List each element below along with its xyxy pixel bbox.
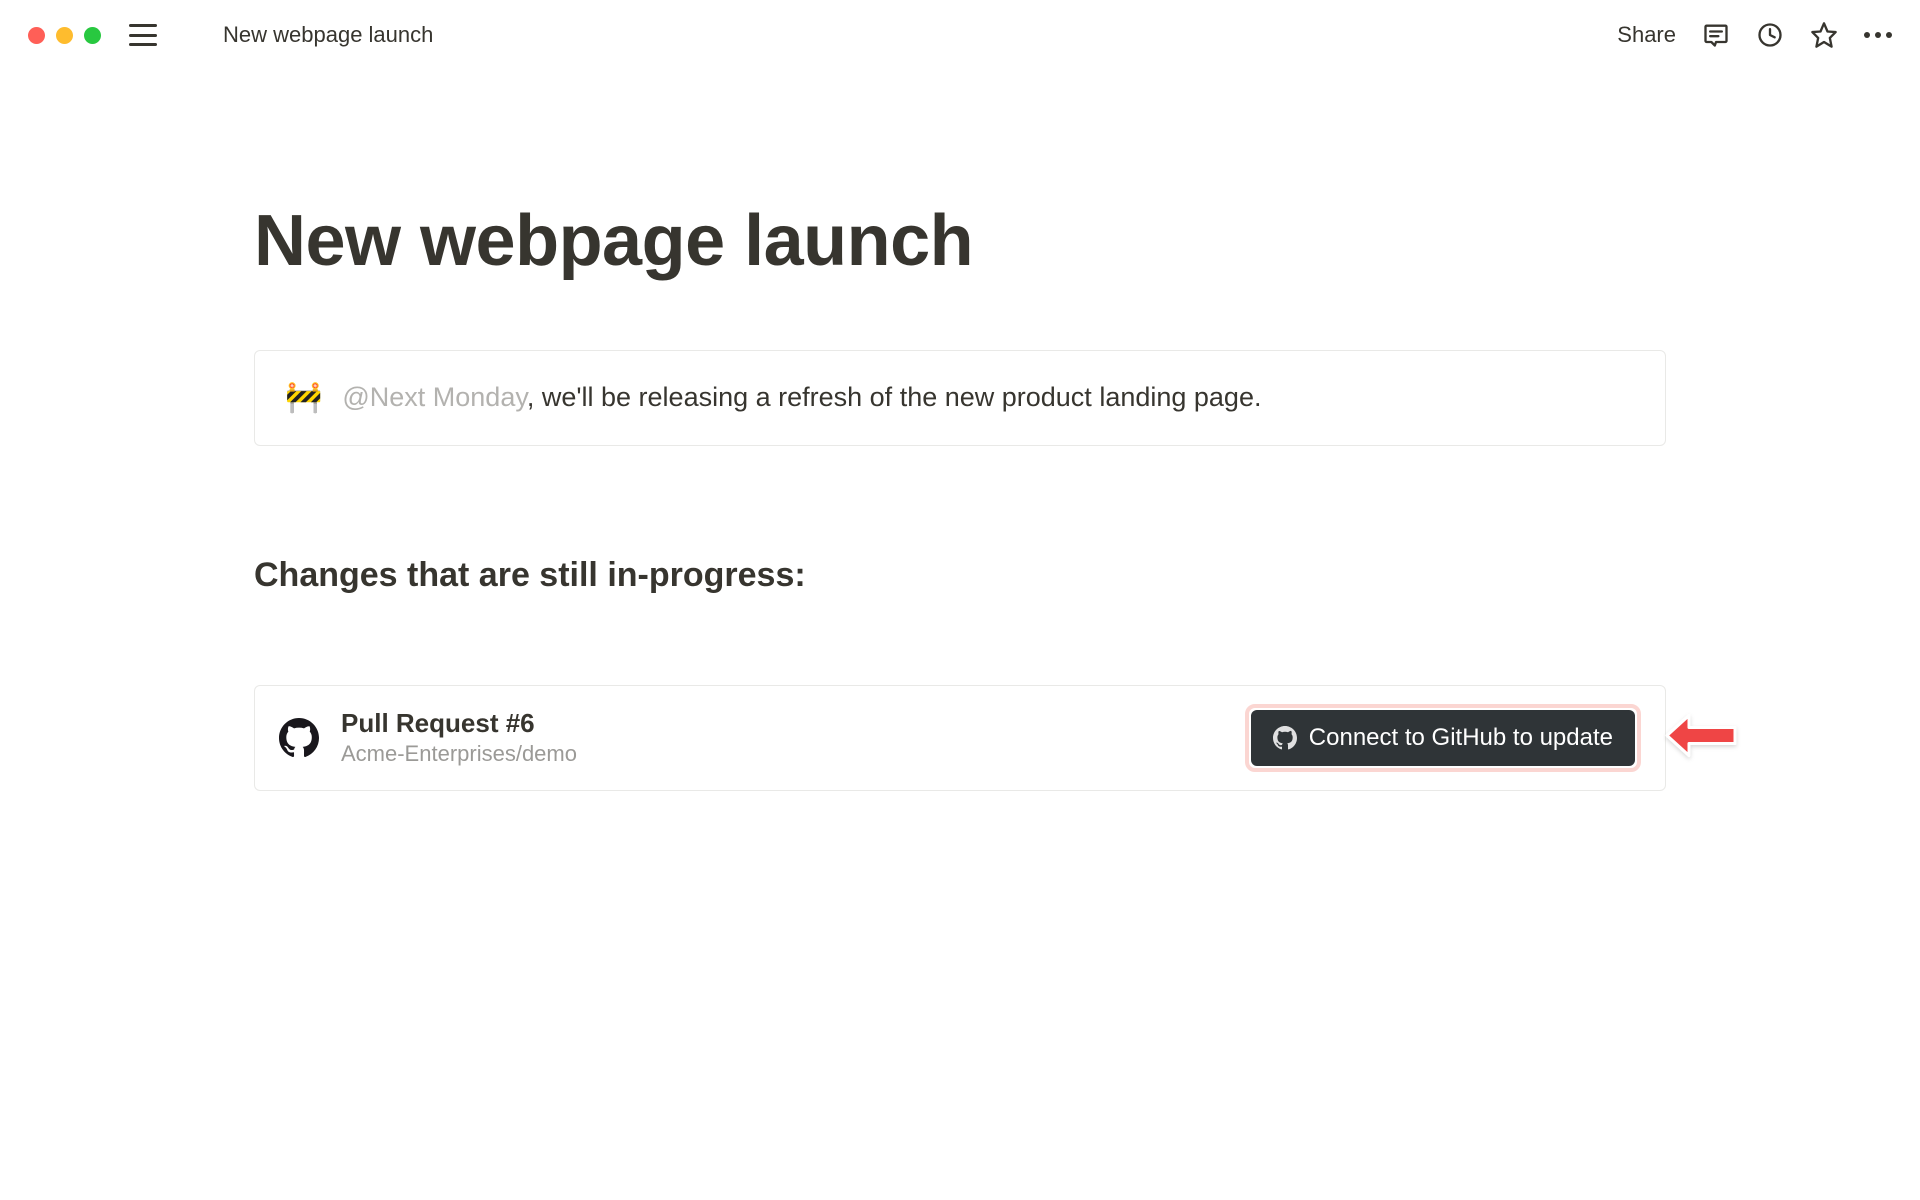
callout-text: @Next Monday, we'll be releasing a refre… [342, 379, 1261, 417]
connect-button-label: Connect to GitHub to update [1309, 724, 1613, 752]
section-heading[interactable]: Changes that are still in-progress: [254, 556, 1666, 595]
sidebar-toggle-button[interactable] [129, 24, 157, 46]
share-button[interactable]: Share [1617, 22, 1676, 48]
dot [1864, 32, 1870, 38]
topbar-left: New webpage launch [28, 22, 433, 48]
page-title[interactable]: New webpage launch [254, 200, 1666, 282]
breadcrumb-title[interactable]: New webpage launch [223, 22, 433, 48]
window-controls [28, 27, 101, 44]
arrow-left-icon [1663, 707, 1741, 763]
construction-icon: 🚧 [285, 383, 322, 413]
hamburger-line [129, 34, 157, 37]
github-icon [1273, 726, 1297, 750]
date-mention[interactable]: @Next Monday [342, 382, 526, 412]
comments-button[interactable] [1702, 21, 1730, 49]
callout-rest: , we'll be releasing a refresh of the ne… [527, 382, 1262, 412]
annotation-arrow [1663, 707, 1741, 768]
clock-icon [1756, 21, 1784, 49]
window-maximize-button[interactable] [84, 27, 101, 44]
updates-button[interactable] [1756, 21, 1784, 49]
topbar-right: Share [1617, 21, 1892, 49]
github-pr-card[interactable]: Pull Request #6 Acme-Enterprises/demo Co… [254, 685, 1666, 791]
dot [1886, 32, 1892, 38]
app-window: New webpage launch Share [0, 0, 1920, 1200]
pr-info: Pull Request #6 Acme-Enterprises/demo [341, 708, 577, 767]
pr-card-left: Pull Request #6 Acme-Enterprises/demo [279, 708, 577, 767]
hamburger-line [129, 24, 157, 27]
star-icon [1810, 21, 1838, 49]
topbar: New webpage launch Share [0, 0, 1920, 70]
more-menu-button[interactable] [1864, 32, 1892, 38]
connect-button-highlight: Connect to GitHub to update [1245, 704, 1641, 772]
window-minimize-button[interactable] [56, 27, 73, 44]
hamburger-line [129, 43, 157, 46]
connect-github-button[interactable]: Connect to GitHub to update [1251, 710, 1635, 766]
page-content: New webpage launch 🚧 @Next Monday, we'll… [0, 70, 1920, 791]
dot [1875, 32, 1881, 38]
nav-arrows [183, 26, 197, 44]
window-close-button[interactable] [28, 27, 45, 44]
github-icon [279, 718, 319, 758]
speech-bubble-icon [1702, 21, 1730, 49]
callout-block[interactable]: 🚧 @Next Monday, we'll be releasing a ref… [254, 350, 1666, 446]
pr-repo: Acme-Enterprises/demo [341, 741, 577, 767]
pr-title: Pull Request #6 [341, 708, 577, 739]
favorite-button[interactable] [1810, 21, 1838, 49]
